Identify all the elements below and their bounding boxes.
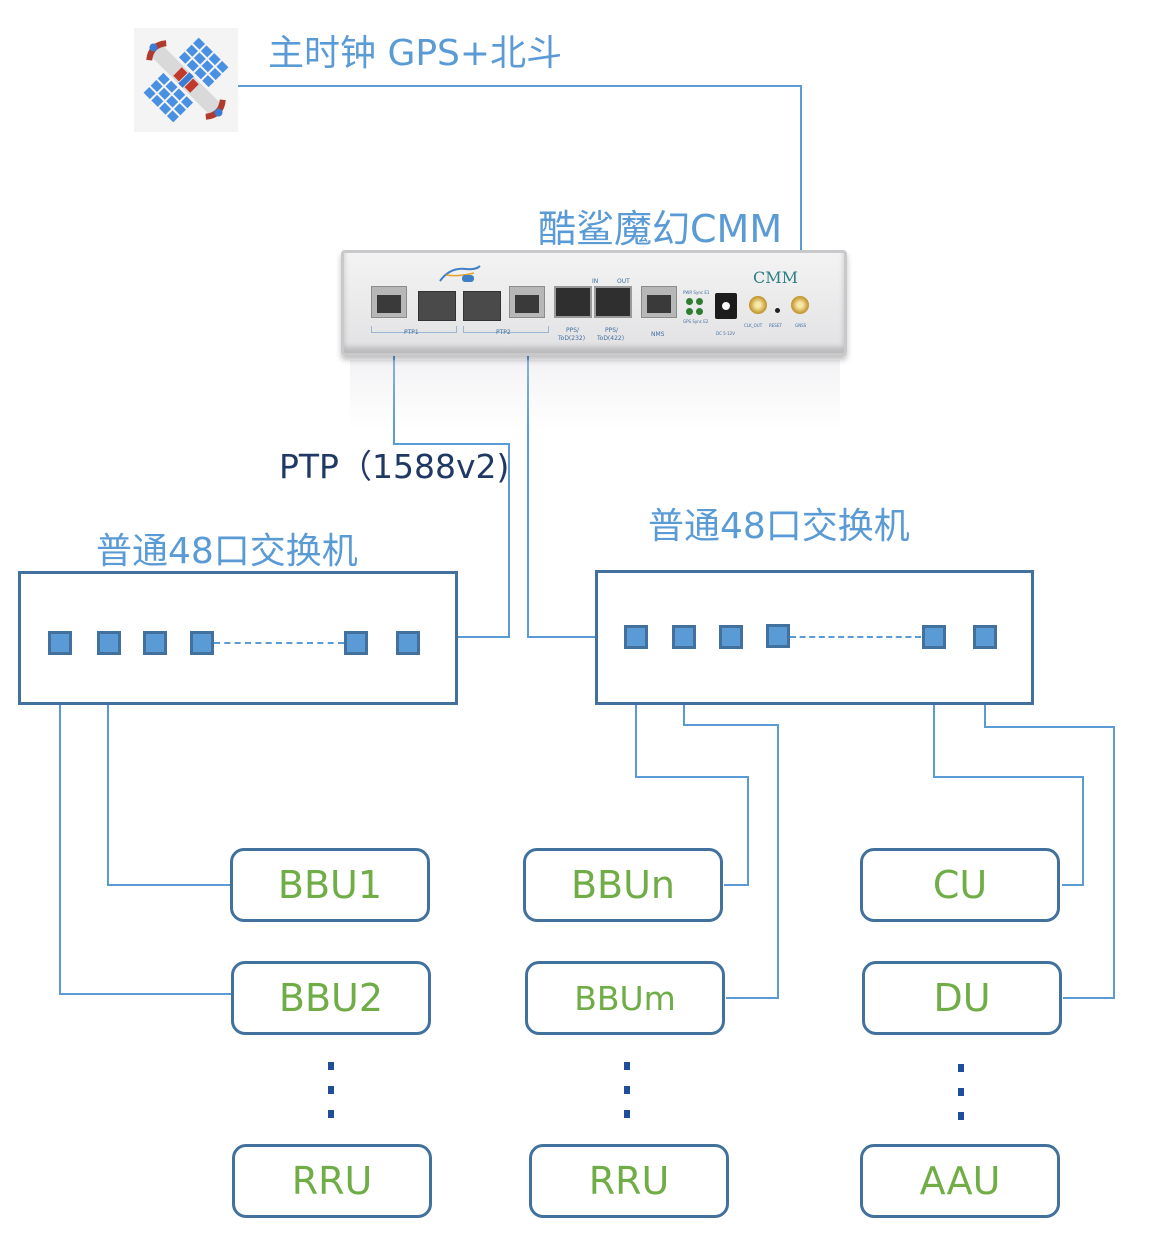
clk-out-label: CLK_OUT [744, 323, 763, 328]
port-ellipsis-dash [214, 642, 344, 644]
gps-master-clock-label: 主时钟 GPS+北斗 [268, 33, 563, 74]
switch-port [973, 625, 997, 649]
in-label: IN [592, 278, 599, 285]
node-aau: AAU [860, 1144, 1060, 1218]
reset-button[interactable] [775, 308, 780, 313]
switch-port [672, 625, 696, 649]
node-label: BBU2 [278, 976, 384, 1020]
switch-port [344, 631, 368, 655]
nms-label: NMS [651, 331, 665, 338]
gnss-antenna-connector [791, 296, 809, 314]
node-label: RRU [588, 1159, 670, 1203]
switch-port [143, 631, 167, 655]
node-label: BBU1 [277, 863, 383, 907]
node-label: DU [933, 976, 991, 1020]
node-label: CU [932, 863, 988, 907]
node-rru-1: RRU [232, 1144, 432, 1218]
dc-power-jack [715, 293, 737, 319]
node-du: DU [862, 961, 1062, 1035]
node-label: AAU [919, 1159, 1001, 1203]
ptp2-sfp-port [463, 291, 501, 321]
node-label: BBUm [574, 978, 676, 1018]
device-brand-label: CMM [753, 268, 799, 287]
switch-port [719, 625, 743, 649]
topology-diagram: 主时钟 GPS+北斗 酷鲨魔幻CMM PTP1 PTP2 IN OUT PPS/… [0, 0, 1159, 1245]
status-led [686, 298, 693, 305]
gnss-label: GNSS [795, 323, 807, 328]
left-switch-label: 普通48口交换机 [96, 531, 358, 572]
port-ellipsis-dash [790, 636, 921, 638]
node-bbu1: BBU1 [230, 848, 430, 922]
switch-port [624, 625, 648, 649]
node-label: RRU [291, 1159, 373, 1203]
dc-label: DC 5-12V [716, 331, 735, 336]
gps-led-label: GPS Sync E2 [683, 319, 709, 324]
reset-label: RESET [769, 323, 782, 328]
pps232-label-a: PPS/ [566, 327, 580, 334]
switch-port [922, 625, 946, 649]
switch-port [396, 631, 420, 655]
pwr-led-label: PWR Sync E1 [683, 290, 710, 295]
pps-tod-232-port [554, 286, 592, 318]
brand-logo-icon [439, 265, 481, 282]
switch-port [48, 631, 72, 655]
node-cu: CU [860, 848, 1060, 922]
right-switch [595, 570, 1034, 705]
node-label: BBUn [570, 863, 676, 907]
left-switch [18, 571, 458, 705]
node-bbun: BBUn [523, 848, 723, 922]
switch-port [190, 631, 214, 655]
device-reflection [350, 360, 840, 430]
status-led [696, 308, 703, 315]
satellite-icon [134, 28, 238, 132]
switch-port [97, 631, 121, 655]
switch-port [766, 624, 790, 648]
ptp1-label: PTP1 [404, 329, 419, 336]
device-title: 酷鲨魔幻CMM [538, 207, 783, 251]
node-bbu2: BBU2 [231, 961, 431, 1035]
nms-port [641, 286, 677, 318]
node-rru-2: RRU [529, 1144, 729, 1218]
status-led [686, 308, 693, 315]
cmm-device: PTP1 PTP2 IN OUT PPS/ ToD(232) PPS/ ToD(… [341, 250, 847, 356]
right-switch-label: 普通48口交换机 [648, 506, 910, 547]
pps-tod-422-port [594, 286, 632, 318]
out-label: OUT [617, 278, 630, 285]
status-led [696, 298, 703, 305]
ptp2-label: PTP2 [496, 329, 511, 336]
clk-out-connector [749, 296, 767, 314]
pps422-label-a: PPS/ [605, 327, 619, 334]
pps422-label-b: ToD(422) [597, 335, 625, 342]
ptp2-rj45-port [509, 286, 545, 318]
ptp1-rj45-port [371, 286, 407, 318]
ptp-link-label: PTP（1588v2) [279, 447, 510, 486]
node-bbum: BBUm [525, 961, 725, 1035]
ptp1-sfp-port [418, 291, 456, 321]
pps232-label-b: ToD(232) [558, 335, 586, 342]
